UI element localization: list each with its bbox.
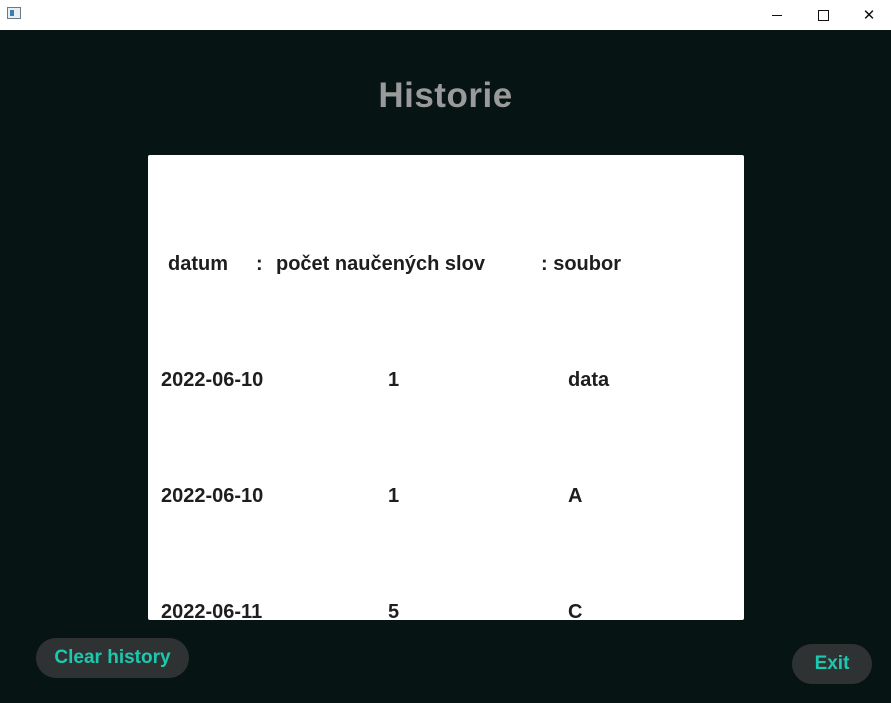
app-icon: [7, 7, 21, 19]
row-file: data: [568, 369, 610, 391]
minimize-icon: [772, 14, 782, 16]
main-content: Historie datum : počet naučených slov : …: [0, 30, 891, 703]
history-row: 2022-06-10 1 data: [161, 366, 609, 395]
close-icon: ✕: [862, 6, 876, 24]
header-count: počet naučených slov: [276, 253, 485, 275]
row-count: 1: [388, 485, 400, 507]
header-separator: :: [256, 253, 263, 275]
row-date: 2022-06-10: [161, 369, 264, 391]
row-date: 2022-06-10: [161, 485, 264, 507]
page-title: Historie: [378, 76, 513, 115]
row-date: 2022-06-11: [161, 601, 263, 623]
row-count: 1: [388, 369, 400, 391]
history-list: datum : počet naučených slov : soubor 20…: [161, 163, 621, 703]
app-window: ✕ Historie datum : počet naučených slov …: [0, 0, 891, 703]
clear-history-button[interactable]: Clear history: [36, 638, 189, 678]
maximize-button[interactable]: [800, 0, 846, 30]
row-count: 5: [388, 601, 400, 623]
history-panel: datum : počet naučených slov : soubor 20…: [148, 155, 744, 623]
maximize-icon: [817, 9, 829, 21]
row-file: C: [568, 601, 583, 623]
minimize-button[interactable]: [754, 0, 800, 30]
row-file: A: [568, 485, 583, 507]
header-file: : soubor: [541, 253, 621, 275]
close-button[interactable]: ✕: [846, 0, 891, 30]
header-date: datum: [168, 253, 228, 275]
exit-button[interactable]: Exit: [792, 644, 872, 684]
history-header: datum : počet naučených slov : soubor: [161, 250, 621, 279]
history-row: 2022-06-11 5 C: [161, 598, 582, 627]
title-bar: ✕: [0, 0, 891, 30]
history-row: 2022-06-10 1 A: [161, 482, 582, 511]
